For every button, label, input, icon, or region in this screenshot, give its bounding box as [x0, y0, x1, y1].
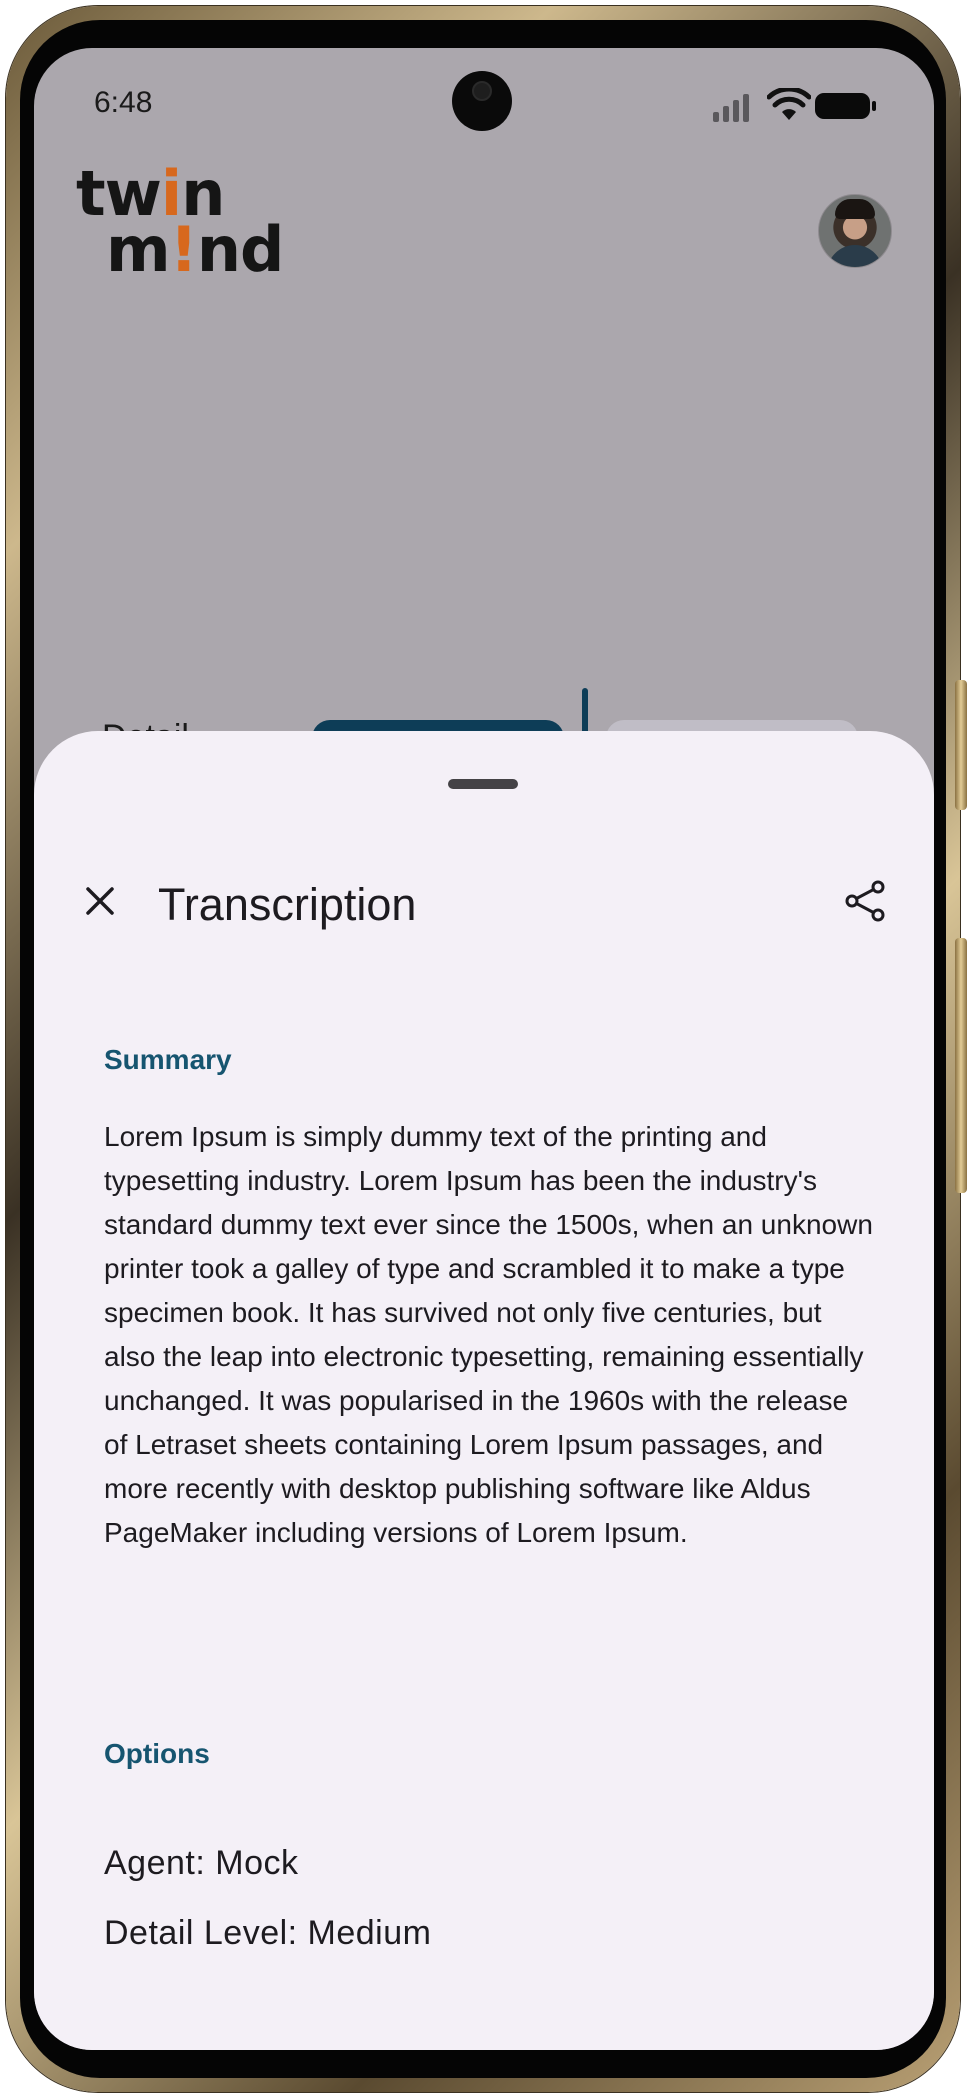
drag-handle[interactable] [448, 779, 518, 789]
detail-level-option: Detail Level: Medium [104, 1914, 432, 1952]
screen: 6:48 twin m!nd Detail Transcription [34, 48, 934, 2050]
user-avatar[interactable] [818, 194, 892, 268]
close-icon[interactable] [76, 877, 124, 925]
battery-icon [815, 93, 876, 119]
volume-button [955, 680, 967, 810]
options-heading: Options [104, 1738, 210, 1769]
status-bar: 6:48 [34, 48, 934, 158]
wifi-icon [767, 88, 811, 120]
cellular-signal-icon [713, 94, 749, 122]
agent-option: Agent: Mock [104, 1844, 299, 1882]
power-button [955, 938, 967, 1193]
status-time: 6:48 [94, 86, 153, 119]
transcription-sheet: Transcription Summary Lorem Ipsum is sim… [34, 731, 934, 2050]
sheet-title: Transcription [158, 879, 417, 930]
front-camera [452, 71, 512, 131]
share-icon[interactable] [842, 877, 890, 925]
summary-text: Lorem Ipsum is simply dummy text of the … [104, 1121, 873, 1548]
app-logo: twin m!nd [76, 157, 284, 286]
summary-heading: Summary [104, 1044, 232, 1075]
